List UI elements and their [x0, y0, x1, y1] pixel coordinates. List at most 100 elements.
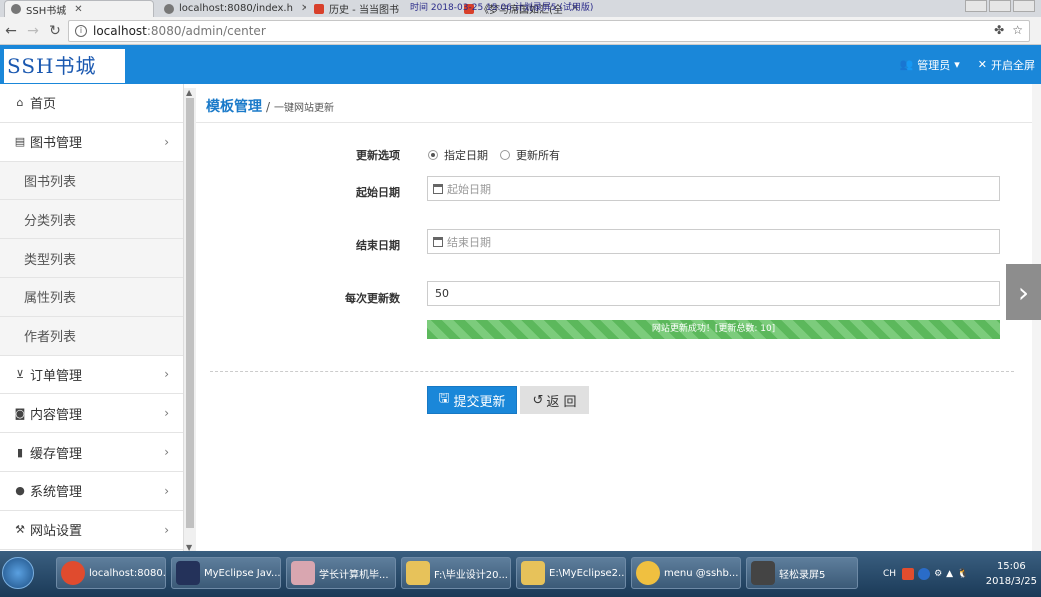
- sidebar-item-label: 图书列表: [24, 174, 77, 190]
- globe-icon: [164, 3, 174, 14]
- sidebar-scroll-thumb[interactable]: [186, 98, 194, 528]
- language-indicator[interactable]: CH: [883, 569, 896, 579]
- fullscreen-label: 开启全屏: [991, 58, 1035, 72]
- per-update-input[interactable]: 50: [427, 281, 1000, 306]
- url-input[interactable]: i localhost:8080/admin/center ✤ ☆: [68, 20, 1030, 42]
- info-icon[interactable]: i: [75, 25, 87, 37]
- taskbar-item-label: MyEclipse Jav...: [204, 567, 281, 579]
- site-logo[interactable]: SSH书城: [4, 49, 125, 83]
- url-path: :8080/admin/center: [146, 24, 266, 38]
- caret-down-icon: ▾: [954, 58, 960, 71]
- sidebar-item-label: 订单管理: [30, 368, 83, 384]
- bookmark-star-icon[interactable]: ☆: [1012, 23, 1023, 37]
- start-date-label: 起始日期: [356, 186, 400, 199]
- sidebar-item-home[interactable]: ⌂ 首页: [0, 84, 183, 123]
- admin-menu[interactable]: 👥 管理员 ▾: [900, 57, 960, 73]
- sidebar-subitem-category-list[interactable]: 分类列表: [0, 200, 183, 240]
- next-arrow-button[interactable]: ›: [1006, 264, 1041, 320]
- taskbar-item-folder-f[interactable]: F:\毕业设计20...: [401, 557, 511, 589]
- undo-icon: ↺: [532, 392, 544, 408]
- chevron-right-icon: ›: [164, 406, 169, 421]
- update-option-group: 指定日期 更新所有: [428, 147, 572, 163]
- sidebar-item-label: 网站设置: [30, 524, 83, 540]
- taskbar-item-myeclipse[interactable]: MyEclipse Jav...: [171, 557, 281, 589]
- close-icon[interactable]: ✕: [301, 3, 306, 14]
- sidebar-item-label: 内容管理: [30, 407, 83, 423]
- url-host: localhost: [93, 24, 147, 38]
- radio-button[interactable]: [500, 150, 510, 160]
- extension-icon[interactable]: ✤: [994, 23, 1004, 37]
- window-close-button[interactable]: [1013, 0, 1035, 12]
- browser-tab-title: localhost:8080/index.h: [179, 3, 293, 14]
- sidebar-scrollbar[interactable]: ▲ ▼: [184, 88, 196, 552]
- taskbar-item-label: 学长计算机毕...: [319, 569, 389, 581]
- scroll-up-icon[interactable]: ▲: [186, 88, 192, 97]
- sogou-icon[interactable]: [902, 568, 915, 580]
- folder-icon: [521, 561, 545, 585]
- radio-specified-date[interactable]: 指定日期: [428, 147, 488, 163]
- help-icon[interactable]: [918, 568, 931, 580]
- window-controls: [965, 0, 1035, 12]
- user-icon: ●: [15, 484, 25, 498]
- calendar-icon: [433, 236, 443, 247]
- sidebar-subitem-author-list[interactable]: 作者列表: [0, 316, 183, 356]
- sidebar-item-content[interactable]: ◙ 内容管理 ›: [0, 394, 183, 434]
- submit-update-button[interactable]: 🖫 提交更新: [427, 386, 517, 414]
- calendar-icon: [433, 183, 443, 194]
- sidebar-subitem-type-list[interactable]: 类型列表: [0, 239, 183, 278]
- radio-update-all[interactable]: 更新所有: [500, 147, 560, 163]
- sidebar-item-books[interactable]: ▤ 图书管理 ›: [0, 123, 183, 162]
- taskbar-item-label: E:\MyEclipse2...: [549, 567, 626, 579]
- taskbar-item-menu[interactable]: menu @sshb...: [631, 557, 741, 589]
- sidebar-item-label: 系统管理: [30, 485, 83, 501]
- start-button[interactable]: [2, 557, 34, 589]
- chevron-right-icon: ›: [164, 522, 169, 537]
- maximize-button[interactable]: [989, 0, 1011, 12]
- reload-icon[interactable]: ↻: [44, 23, 66, 39]
- taskbar-item-browser[interactable]: 学长计算机毕...: [286, 557, 396, 589]
- taskbar-item-folder-e[interactable]: E:\MyEclipse2...: [516, 557, 626, 589]
- recorder-icon: [751, 561, 775, 585]
- browser-tab-index[interactable]: localhost:8080/index.h ✕: [158, 0, 306, 17]
- home-icon: ⌂: [16, 96, 24, 110]
- html5-icon: [314, 3, 324, 14]
- rss-icon: ◙: [14, 406, 26, 420]
- per-update-label: 每次更新数: [345, 292, 400, 305]
- end-date-input[interactable]: 结束日期: [427, 229, 1000, 254]
- settings-icon[interactable]: ⚙: [934, 569, 942, 579]
- browser-tab-ssh[interactable]: SSH书城 ✕: [4, 0, 154, 17]
- file-icon: ▮: [16, 445, 24, 459]
- chevron-right-icon: ›: [1017, 275, 1030, 309]
- fullscreen-button[interactable]: ✕ 开启全屏: [978, 57, 1035, 73]
- forward-arrow-icon[interactable]: →: [22, 23, 44, 39]
- book-icon: ▤: [14, 135, 26, 149]
- save-icon: 🖫: [438, 391, 450, 406]
- taskbar-item-recorder[interactable]: 轻松录屏5: [746, 557, 858, 589]
- taskbar-item-chrome[interactable]: localhost:8080...: [56, 557, 166, 589]
- radio-button[interactable]: [428, 150, 438, 160]
- start-date-input[interactable]: 起始日期: [427, 176, 1000, 201]
- recording-overlay: 时间 2018-03-25 15:06 计划录屏5 (试用版): [410, 3, 594, 13]
- sidebar: ⌂ 首页 ▤ 图书管理 › 图书列表 分类列表 类型列表 属性列表 作者列表 ⊻…: [0, 84, 184, 551]
- dashed-divider: [210, 371, 1014, 372]
- app-header: [0, 45, 1041, 84]
- sidebar-subitem-book-list[interactable]: 图书列表: [0, 161, 183, 201]
- header-actions: 👥 管理员 ▾ ✕ 开启全屏: [900, 45, 1035, 84]
- close-icon[interactable]: ✕: [74, 4, 82, 15]
- sidebar-item-settings[interactable]: ⚒ 网站设置 ›: [0, 511, 183, 550]
- sidebar-item-system[interactable]: ● 系统管理 ›: [0, 472, 183, 511]
- back-button[interactable]: ↺ 返 回: [520, 386, 589, 414]
- sidebar-item-orders[interactable]: ⊻ 订单管理 ›: [0, 356, 183, 395]
- wrench-icon: ⚒: [15, 523, 25, 537]
- tray-expand-icon[interactable]: ▲: [946, 569, 953, 579]
- browser-tab-strip: SSH书城 ✕ localhost:8080/index.h ✕ 历史 - 当当…: [0, 0, 1041, 17]
- back-label: 返 回: [546, 394, 577, 410]
- sidebar-subitem-attribute-list[interactable]: 属性列表: [0, 277, 183, 317]
- taskbar-clock[interactable]: 15:06 2018/3/25: [986, 559, 1037, 589]
- sidebar-item-cache[interactable]: ▮ 缓存管理 ›: [0, 433, 183, 472]
- cart-icon: ⊻: [15, 367, 25, 381]
- minimize-button[interactable]: [965, 0, 987, 12]
- qq-icon[interactable]: 🐧: [957, 569, 968, 579]
- back-arrow-icon[interactable]: ←: [0, 23, 22, 39]
- sidebar-item-label: 缓存管理: [30, 446, 83, 462]
